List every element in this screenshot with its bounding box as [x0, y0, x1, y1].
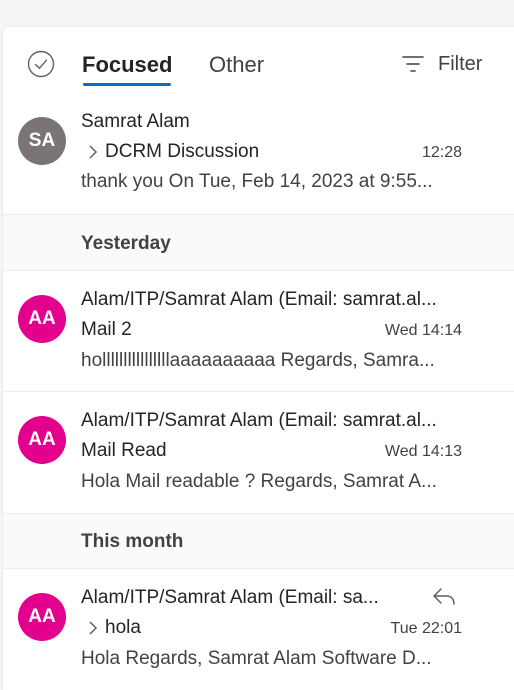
message-subject: hola [105, 617, 141, 638]
message-sender: Samrat Alam [81, 111, 190, 132]
message-subject: Mail Read [81, 440, 167, 461]
message-time: Wed 14:13 [384, 443, 462, 460]
message-preview: thank you On Tue, Feb 14, 2023 at 9:55..… [81, 171, 433, 192]
message-sender: Alam/ITP/Samrat Alam (Email: samrat.al..… [81, 289, 437, 310]
reply-icon [433, 588, 455, 605]
avatar: AA [18, 593, 66, 641]
message-sender: Alam/ITP/Samrat Alam (Email: samrat.al..… [81, 410, 437, 431]
tab-other[interactable]: Other [209, 51, 264, 79]
avatar: AA [18, 295, 66, 343]
message-preview: Hola Regards, Samrat Alam Software D... [81, 648, 432, 669]
tab-focused-indicator [83, 83, 171, 86]
chevron-right-icon[interactable] [86, 144, 100, 160]
group-header-yesterday: Yesterday [3, 215, 514, 271]
message-subject: DCRM Discussion [105, 141, 260, 162]
filter-icon [402, 56, 424, 72]
message-item[interactable]: AA Alam/ITP/Samrat Alam (Email: sa... ho… [3, 569, 514, 690]
message-time: 12:28 [421, 144, 462, 161]
top-bar [0, 0, 514, 14]
group-header-this-month: This month [3, 514, 514, 569]
message-sender: Alam/ITP/Samrat Alam (Email: sa... [81, 587, 379, 608]
group-label: Yesterday [81, 233, 171, 254]
message-preview: hollllllllllllllllaaaaaaaaaa Regards, Sa… [81, 350, 435, 371]
avatar: AA [18, 416, 66, 464]
select-all-check-icon[interactable] [27, 50, 55, 78]
filter-button[interactable]: Filter [401, 49, 482, 79]
avatar: SA [18, 117, 66, 165]
message-item[interactable]: AA Alam/ITP/Samrat Alam (Email: samrat.a… [3, 271, 514, 392]
group-label: This month [81, 531, 184, 552]
message-time: Wed 14:14 [384, 322, 462, 339]
tab-focused[interactable]: Focused [82, 51, 172, 79]
message-subject: Mail 2 [81, 319, 132, 340]
message-preview: Hola Mail readable ? Regards, Samrat A..… [81, 471, 437, 492]
chevron-right-icon[interactable] [86, 620, 100, 636]
message-item[interactable]: SA Samrat Alam DCRM Discussion 12:28 tha… [3, 94, 514, 215]
filter-label: Filter [438, 52, 483, 75]
message-time: Tue 22:01 [390, 620, 462, 637]
message-list-pane: Focused Other Filter SA Samrat Alam DCRM… [3, 27, 514, 690]
message-item[interactable]: AA Alam/ITP/Samrat Alam (Email: samrat.a… [3, 392, 514, 514]
inbox-tabs: Focused Other Filter [3, 27, 514, 95]
